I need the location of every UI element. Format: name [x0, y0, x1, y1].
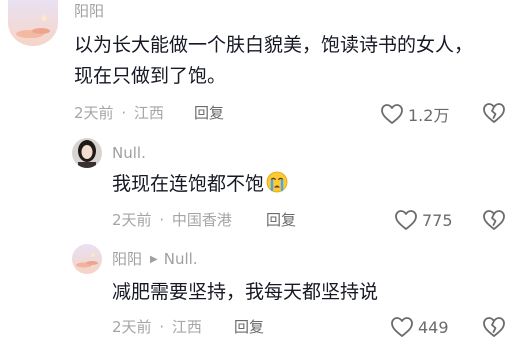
reply-button[interactable]: 回复 — [194, 103, 224, 123]
timestamp: 2天前 — [112, 318, 152, 336]
comment-text-line: 现在只做到了饱。 — [74, 65, 227, 87]
reply-button[interactable]: 回复 — [266, 210, 296, 230]
separator: · — [121, 104, 127, 122]
comment-text: 以为长大能做一个肤白貌美，饱读诗书的女人， 现在只做到了饱。 — [74, 30, 473, 92]
author-name[interactable]: 阳阳 — [112, 250, 142, 268]
avatar[interactable] — [8, 0, 58, 46]
comment-text: 我现在连饱都不饱 — [112, 169, 288, 200]
comment-author[interactable]: Null. — [112, 144, 146, 162]
reply-button[interactable]: 回复 — [234, 317, 264, 337]
like-count: 775 — [422, 210, 453, 230]
comment-meta: 2天前 · 江西 — [112, 317, 202, 337]
separator: · — [159, 211, 165, 229]
reply-to-name[interactable]: Null. — [164, 250, 198, 268]
comment-author[interactable]: 阳阳 — [74, 2, 104, 20]
dislike-button[interactable] — [482, 316, 506, 338]
avatar[interactable] — [72, 138, 102, 168]
dislike-button[interactable] — [482, 209, 506, 231]
separator: · — [159, 318, 165, 336]
comment-text: 减肥需要坚持，我每天都坚持说 — [112, 277, 378, 308]
avatar[interactable] — [72, 244, 102, 274]
comment-text-line: 以为长大能做一个肤白貌美，饱读诗书的女人， — [74, 34, 474, 56]
author-name[interactable]: 阳阳 — [74, 2, 104, 20]
like-button[interactable]: 449 — [390, 316, 449, 338]
timestamp: 2天前 — [112, 211, 152, 229]
like-count: 1.2万 — [408, 106, 450, 125]
comment-meta: 2天前 · 江西 — [74, 103, 164, 123]
broken-heart-icon — [483, 317, 505, 337]
author-name[interactable]: Null. — [112, 144, 146, 162]
crying-face-icon — [266, 171, 288, 193]
location: 中国香港 — [171, 211, 232, 229]
like-button[interactable]: 1.2万 — [380, 102, 449, 126]
location: 江西 — [171, 318, 202, 336]
like-button[interactable]: 775 — [394, 209, 453, 231]
broken-heart-icon — [483, 210, 505, 230]
heart-icon — [391, 317, 413, 337]
comment-text-line: 我现在连饱都不饱 — [112, 173, 265, 195]
reply-arrow-icon: ▶ — [150, 254, 158, 265]
timestamp: 2天前 — [74, 104, 114, 122]
like-count: 449 — [418, 317, 449, 337]
comment-meta: 2天前 · 中国香港 — [112, 210, 232, 230]
comment-thread: 阳阳 以为长大能做一个肤白貌美，饱读诗书的女人， 现在只做到了饱。 2天前 · … — [0, 0, 517, 344]
comment-text-line: 减肥需要坚持，我每天都坚持说 — [112, 281, 379, 303]
dislike-button[interactable] — [482, 102, 506, 124]
location: 江西 — [133, 104, 164, 122]
heart-icon — [381, 104, 403, 124]
broken-heart-icon — [483, 103, 505, 123]
heart-icon — [395, 210, 417, 230]
comment-author[interactable]: 阳阳 ▶ Null. — [112, 250, 198, 269]
